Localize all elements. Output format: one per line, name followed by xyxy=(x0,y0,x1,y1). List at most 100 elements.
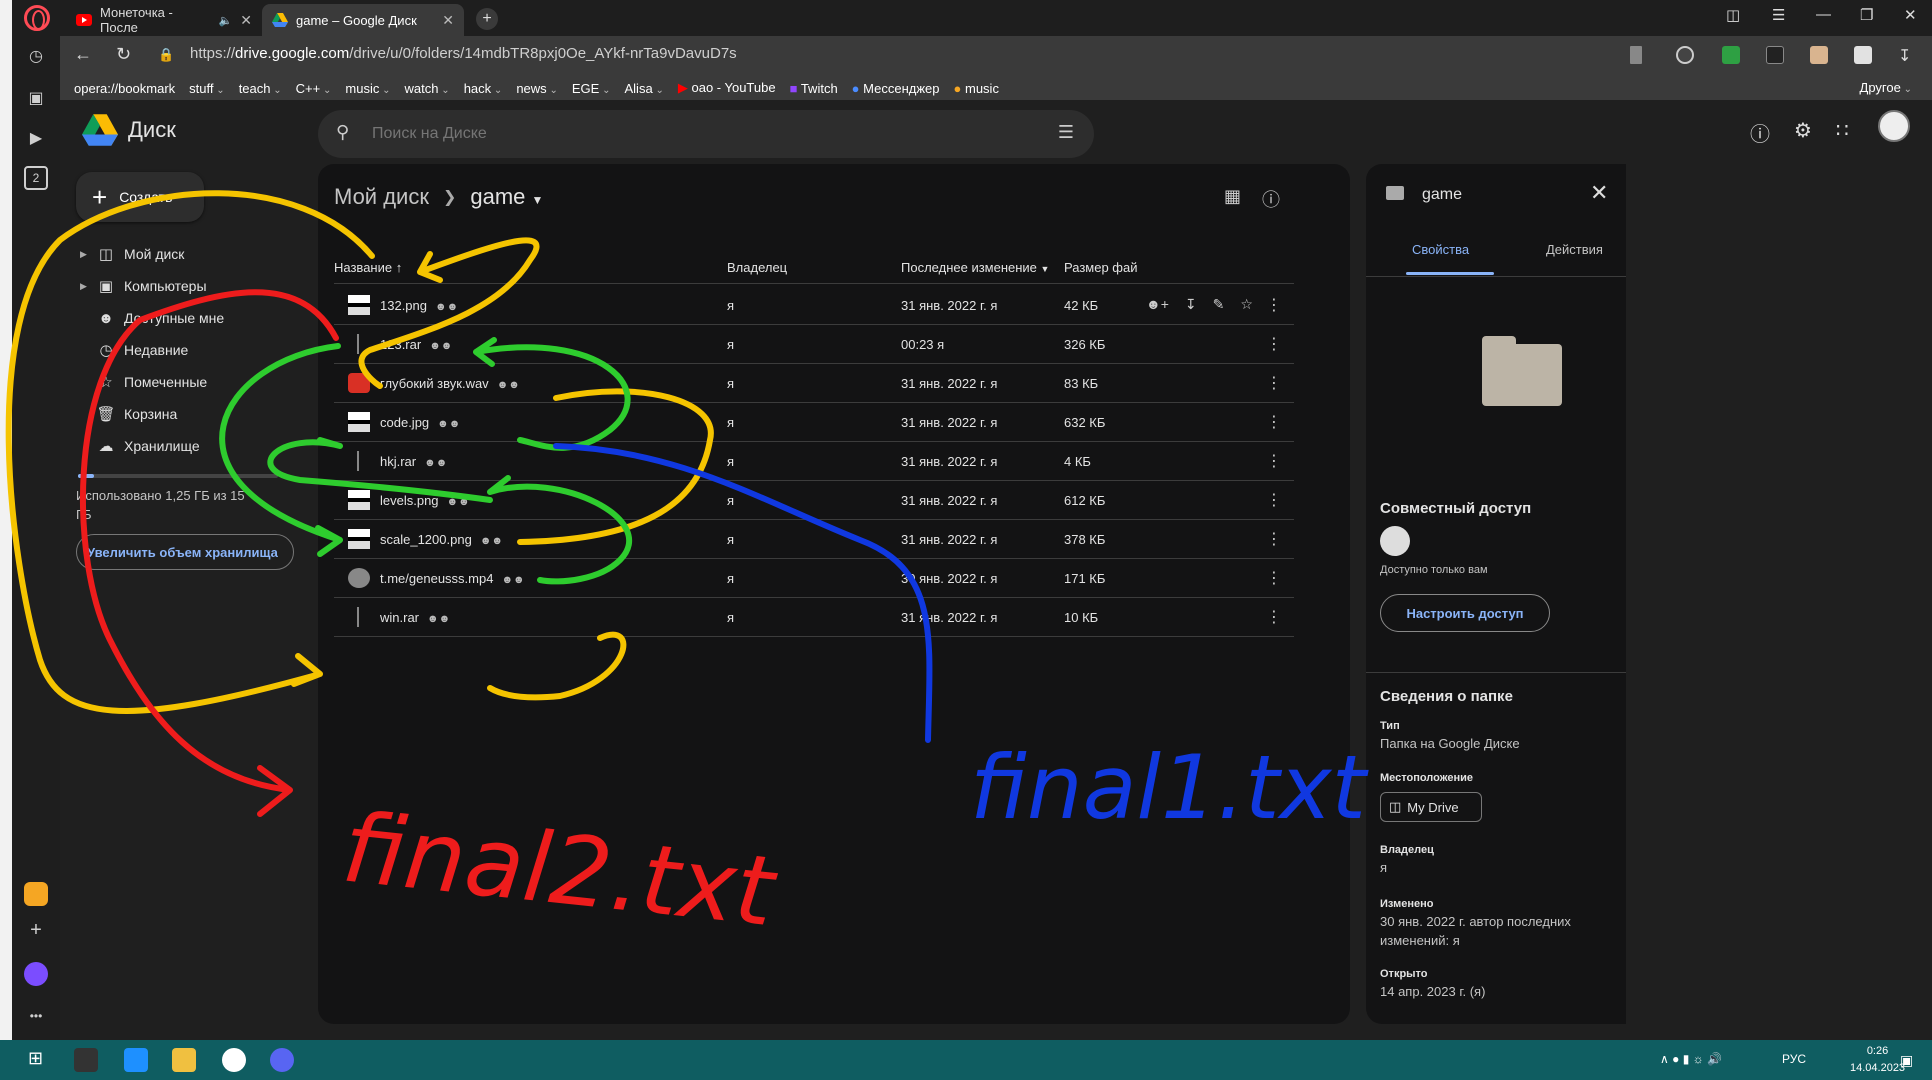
workspace-2-icon[interactable]: 2 xyxy=(24,166,48,190)
table-row[interactable]: 123.rar ☻☻ я 00:23 я 326 КБ ⋮ xyxy=(334,325,1294,364)
bookmark-icon[interactable] xyxy=(1630,46,1642,64)
download-icon[interactable]: ↧ xyxy=(1898,46,1916,65)
extension-icon[interactable] xyxy=(1766,46,1784,64)
add-sidebar-icon[interactable]: + xyxy=(24,918,48,942)
help-icon[interactable]: ⓘ xyxy=(1750,118,1770,147)
table-row[interactable]: scale_1200.png ☻☻ я 31 янв. 2022 г. я 378 КБ… xyxy=(334,520,1294,559)
close-tab-icon[interactable]: ✕ xyxy=(442,12,454,29)
minimize-icon[interactable]: — xyxy=(1816,6,1831,23)
bookmark-folder[interactable]: C++ xyxy=(296,81,332,96)
tab-actions[interactable]: Действия xyxy=(1546,242,1603,257)
caret-right-icon[interactable]: ▶ xyxy=(80,281,88,292)
table-row[interactable]: глубокий звук.wav ☻☻ я 31 янв. 2022 г. я 83 … xyxy=(334,364,1294,403)
col-modified[interactable]: Последнее изменение ▼ xyxy=(901,260,1049,275)
yandex-icon[interactable] xyxy=(222,1048,246,1072)
file-name[interactable]: t.me/geneusss.mp4 xyxy=(380,571,493,586)
more-vert-icon[interactable]: ⋮ xyxy=(1266,334,1282,354)
windows-start-icon[interactable]: ⊞ xyxy=(28,1048,52,1072)
explorer-icon[interactable] xyxy=(172,1048,196,1072)
more-vert-icon[interactable]: ⋮ xyxy=(1266,373,1282,393)
new-tab-button[interactable]: + xyxy=(476,8,498,30)
tray-icons[interactable]: ∧ ● ▮ ☼ 🔊 xyxy=(1660,1052,1722,1066)
clock[interactable]: 0:26 14.04.2023 xyxy=(1850,1043,1905,1077)
terminal-icon[interactable] xyxy=(74,1048,98,1072)
breadcrumb-current[interactable]: game ▼ xyxy=(470,184,543,210)
file-name[interactable]: глубокий звук.wav xyxy=(380,376,489,391)
sidebar-item-trash[interactable]: 🗑 Корзина xyxy=(60,398,300,430)
grid-view-icon[interactable]: ▦ xyxy=(1224,186,1241,207)
bookmark-folder[interactable]: stuff xyxy=(189,81,225,96)
breadcrumb-root[interactable]: Мой диск xyxy=(334,184,429,210)
tabs-icon[interactable]: ▣ xyxy=(24,86,48,110)
bookmark-folder[interactable]: watch xyxy=(405,81,450,96)
lock-icon[interactable]: 🔒 xyxy=(158,47,174,63)
bookmark-folder[interactable]: news xyxy=(516,81,558,96)
rename-icon[interactable]: ✎ xyxy=(1213,296,1225,313)
bookmark-folder[interactable]: Alisa xyxy=(625,81,664,96)
file-name[interactable]: levels.png xyxy=(380,493,439,508)
avatar[interactable] xyxy=(1878,110,1910,142)
history-icon[interactable]: ◷ xyxy=(24,44,48,68)
apps-icon[interactable]: ∷ xyxy=(1836,118,1849,143)
file-name[interactable]: 132.png xyxy=(380,298,427,313)
search-input[interactable] xyxy=(372,110,1022,158)
bookmark-folder[interactable]: teach xyxy=(239,81,282,96)
bookmark-folder[interactable]: music xyxy=(345,81,390,96)
more-icon[interactable]: ••• xyxy=(24,1004,48,1028)
bookmark-item[interactable]: ● music xyxy=(954,81,999,96)
bookmarks-other[interactable]: Другое xyxy=(1860,80,1912,95)
more-vert-icon[interactable]: ⋮ xyxy=(1266,295,1282,315)
sidebar-item-starred[interactable]: ☆ Помеченные xyxy=(60,366,300,398)
more-vert-icon[interactable]: ⋮ xyxy=(1266,607,1282,627)
col-owner[interactable]: Владелец xyxy=(727,260,787,275)
adblock-icon[interactable] xyxy=(1722,46,1740,64)
extension-icon[interactable] xyxy=(1810,46,1828,64)
restore-icon[interactable]: ❐ xyxy=(1860,6,1873,24)
avatar[interactable] xyxy=(1380,526,1410,556)
col-size[interactable]: Размер фай xyxy=(1064,260,1137,275)
aria-icon[interactable] xyxy=(24,962,48,986)
settings-icon[interactable]: ⚙ xyxy=(1794,118,1812,143)
sidebar-item-recent[interactable]: ◷ Недавние xyxy=(60,334,300,366)
more-vert-icon[interactable]: ⋮ xyxy=(1266,451,1282,471)
table-row[interactable]: code.jpg ☻☻ я 31 янв. 2022 г. я 632 КБ ⋮ xyxy=(334,403,1294,442)
tab-youtube[interactable]: Монеточка - После 🔈 ✕ xyxy=(66,4,262,36)
close-tab-icon[interactable]: ✕ xyxy=(240,12,252,29)
file-name[interactable]: code.jpg xyxy=(380,415,429,430)
bookmark-item[interactable]: opera://bookmark xyxy=(74,81,175,96)
table-row[interactable]: win.rar ☻☻ я 31 янв. 2022 г. я 10 КБ ⋮ xyxy=(334,598,1294,637)
file-name[interactable]: win.rar xyxy=(380,610,419,625)
upgrade-storage-button[interactable]: Увеличить объем хранилища xyxy=(76,534,294,570)
col-name[interactable]: Название ↑ xyxy=(334,260,402,275)
discord-icon[interactable] xyxy=(270,1048,294,1072)
tab-drive[interactable]: game – Google Диск ✕ xyxy=(262,4,464,36)
table-row[interactable]: levels.png ☻☻ я 31 янв. 2022 г. я 612 КБ ⋮ xyxy=(334,481,1294,520)
table-row[interactable]: 132.png ☻☻ я 31 янв. 2022 г. я 42 КБ ☻+ ↧ ✎ ☆ ⋮ xyxy=(334,286,1294,325)
more-vert-icon[interactable]: ⋮ xyxy=(1266,568,1282,588)
url-field[interactable]: https://drive.google.com/drive/u/0/folde… xyxy=(190,45,737,62)
table-row[interactable]: hkj.rar ☻☻ я 31 янв. 2022 г. я 4 КБ ⋮ xyxy=(334,442,1294,481)
sidebar-item-computers[interactable]: ▶ ▣ Компьютеры xyxy=(60,270,300,302)
star-icon[interactable]: ☆ xyxy=(1240,296,1253,313)
messenger-icon[interactable] xyxy=(24,882,48,906)
search-icon[interactable]: ⚲ xyxy=(336,122,349,143)
close-icon[interactable]: ✕ xyxy=(1590,180,1608,206)
bookmark-item[interactable]: ■ Twitch xyxy=(790,81,838,96)
more-vert-icon[interactable]: ⋮ xyxy=(1266,412,1282,432)
back-icon[interactable]: ← xyxy=(74,44,92,65)
drive-logo[interactable]: Диск xyxy=(82,114,176,146)
file-name[interactable]: scale_1200.png xyxy=(380,532,472,547)
bookmark-folder[interactable]: hack xyxy=(464,81,503,96)
file-name[interactable]: 123.rar xyxy=(380,337,421,352)
location-chip[interactable]: ◫ My Drive xyxy=(1380,792,1482,822)
file-name[interactable]: hkj.rar xyxy=(380,454,416,469)
download-icon[interactable]: ↧ xyxy=(1185,296,1197,313)
vpn-icon[interactable] xyxy=(1676,46,1694,64)
table-row[interactable]: t.me/geneusss.mp4 ☻☻ я 30 янв. 2022 г. я 171… xyxy=(334,559,1294,598)
bookmark-folder[interactable]: EGE xyxy=(572,81,611,96)
info-icon[interactable]: ⓘ xyxy=(1262,186,1280,212)
vscode-icon[interactable] xyxy=(124,1048,148,1072)
share-icon[interactable]: ☻+ xyxy=(1146,296,1169,313)
snapshot-icon[interactable]: ◫ xyxy=(1726,6,1740,24)
speaker-icon[interactable]: 🔈 xyxy=(219,14,233,27)
